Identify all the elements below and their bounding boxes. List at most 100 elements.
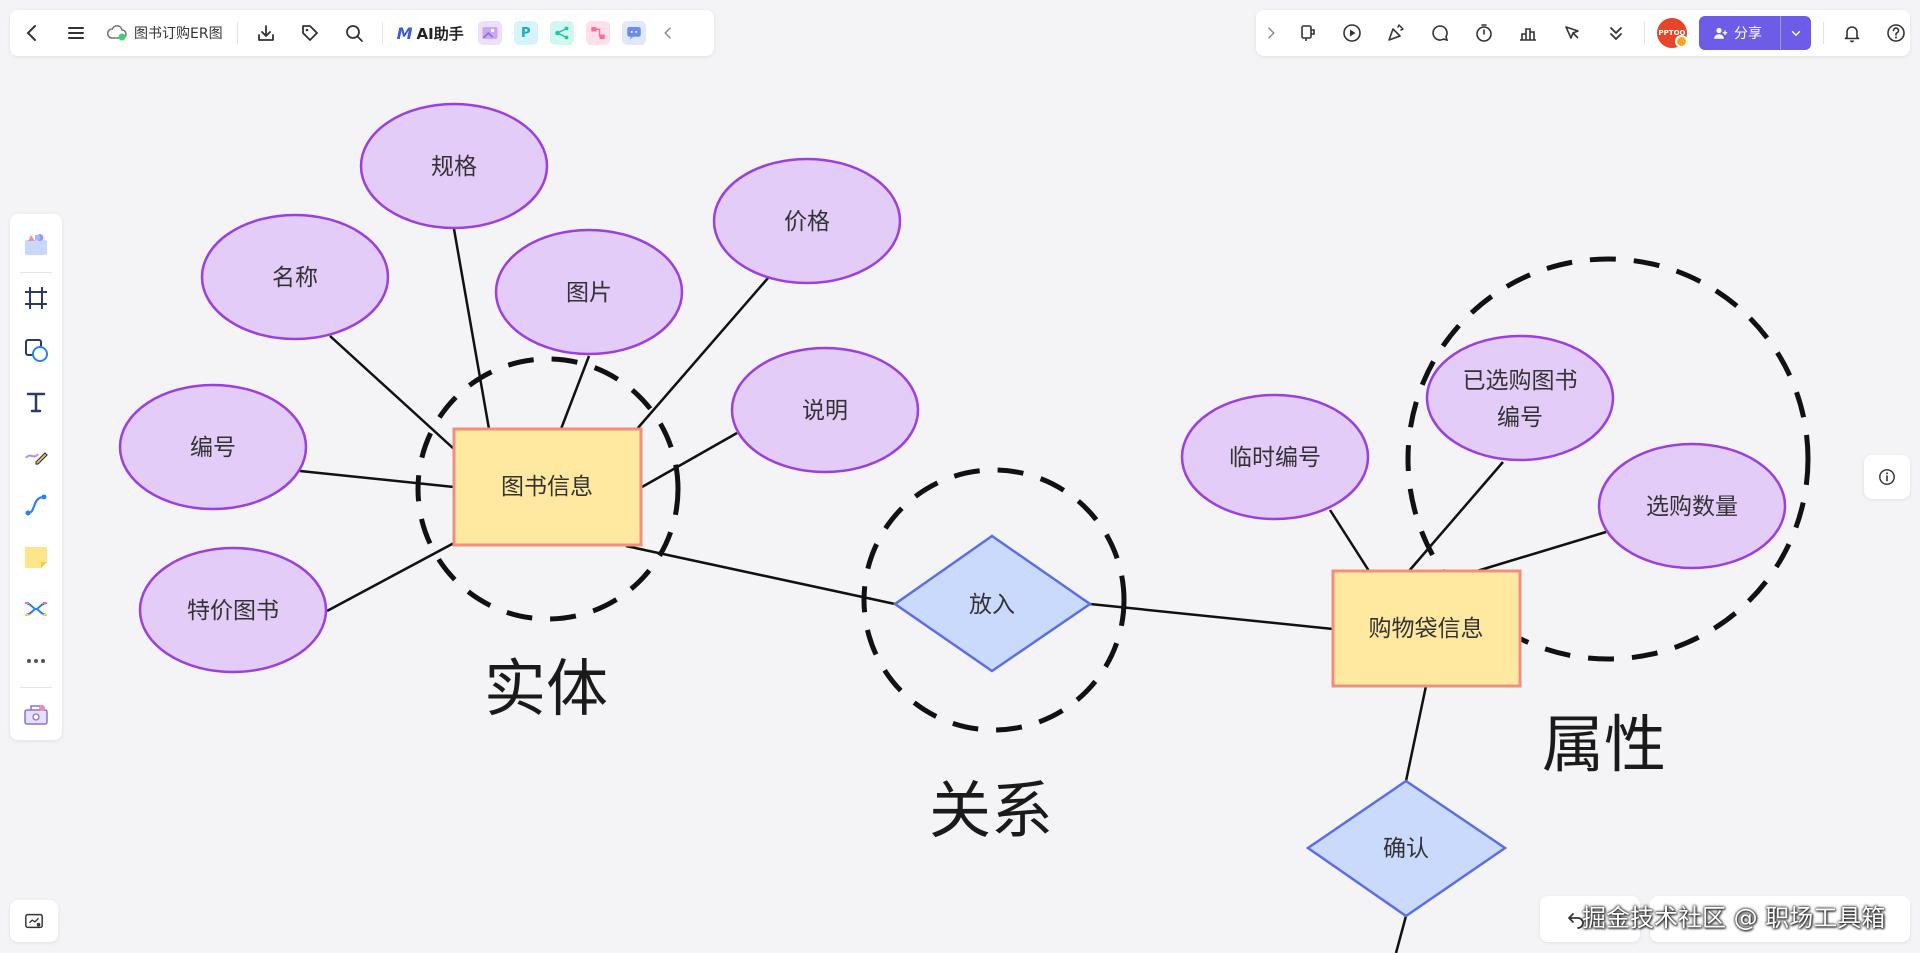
entity-cart[interactable]: 购物袋信息	[1331, 569, 1522, 688]
line-selected[interactable]	[1408, 461, 1504, 572]
shape-tool-button[interactable]	[16, 331, 56, 370]
attribute-special[interactable]: 特价图书	[138, 546, 328, 674]
chevron-right-icon	[1268, 27, 1275, 39]
label-attribute[interactable]: 属性	[1542, 708, 1666, 781]
format-painter-button[interactable]	[1290, 15, 1326, 51]
flow-app-icon	[590, 27, 605, 39]
attribute-spec[interactable]: 规格	[359, 102, 549, 230]
paint-bucket-icon	[1301, 25, 1315, 41]
menu-button[interactable]	[58, 15, 94, 51]
flow-app-button[interactable]	[585, 21, 610, 45]
download-icon	[257, 25, 274, 41]
line-picture[interactable]	[559, 355, 591, 430]
watermark: 掘金技术社区 @ 职场工具箱	[1582, 904, 1886, 932]
relation-confirm-text: 确认	[1383, 836, 1429, 862]
hamburger-icon	[68, 27, 84, 39]
divider	[20, 687, 52, 689]
attribute-temp-id-text: 临时编号	[1229, 445, 1321, 471]
relation-confirm[interactable]: 确认	[1305, 779, 1508, 918]
text-tool-button[interactable]	[16, 382, 56, 421]
attribute-desc[interactable]: 说明	[730, 346, 920, 474]
share-button-group: 分享	[1699, 16, 1811, 50]
tag-icon	[301, 25, 318, 41]
avatar-text: PPTOO	[1658, 29, 1686, 37]
relation-put[interactable]: 放入	[892, 534, 1093, 673]
label-relation[interactable]: 关系	[929, 774, 1053, 847]
timer-button[interactable]	[1466, 15, 1502, 51]
info-panel-button[interactable]	[1864, 455, 1910, 499]
line-quantity[interactable]	[1476, 530, 1607, 573]
ai-assistant-label: AI助手	[416, 24, 464, 43]
vote-button[interactable]	[1510, 15, 1546, 51]
share-label: 分享	[1734, 26, 1762, 42]
minimap-button[interactable]	[10, 900, 58, 942]
attribute-temp-id[interactable]: 临时编号	[1180, 393, 1370, 521]
attribute-picture-text: 图片	[566, 280, 612, 306]
entity-book[interactable]: 图书信息	[452, 427, 643, 547]
present-button[interactable]	[1334, 15, 1370, 51]
attribute-quantity[interactable]: 选购数量	[1597, 442, 1787, 570]
attribute-picture[interactable]: 图片	[494, 228, 684, 356]
attribute-quantity-text: 选购数量	[1646, 494, 1738, 520]
mindmap-tool-button[interactable]	[16, 590, 56, 629]
comment-icon	[1432, 25, 1449, 42]
more-tools-button[interactable]	[1598, 15, 1634, 51]
image-app-button[interactable]	[477, 21, 502, 45]
templates-button[interactable]	[16, 226, 56, 265]
timer-icon	[1476, 24, 1492, 42]
expand-toolbar-button[interactable]	[1260, 15, 1282, 51]
attribute-special-text: 特价图书	[187, 598, 279, 624]
search-button[interactable]	[336, 15, 372, 51]
attribute-price-text: 价格	[784, 209, 830, 235]
search-icon	[345, 25, 363, 42]
more-tools-left-button[interactable]	[16, 641, 56, 680]
line-cart-confirm[interactable]	[1404, 685, 1428, 782]
entity-cart-text: 购物袋信息	[1369, 616, 1484, 642]
document-title[interactable]: 图书订购ER图	[106, 22, 223, 44]
document-title-text: 图书订购ER图	[134, 26, 223, 42]
collapse-toolbar-button[interactable]	[656, 15, 680, 51]
mindmap-app-button[interactable]	[549, 21, 574, 45]
laser-pointer-button[interactable]	[1554, 15, 1590, 51]
plugins-button[interactable]	[16, 694, 56, 733]
divider	[20, 271, 52, 273]
p-app-button[interactable]: P	[513, 21, 538, 45]
back-button[interactable]	[14, 15, 50, 51]
user-avatar[interactable]: PPTOO	[1657, 18, 1688, 48]
line-name[interactable]	[329, 335, 455, 450]
share-dropdown-button[interactable]	[1780, 16, 1811, 50]
diagram-canvas[interactable]: 规格 名称 图片 价格 说明 编号 特价图书 临时编号 已选购图书 编号 选购数…	[0, 0, 1920, 953]
pen-tool-button[interactable]	[16, 434, 56, 473]
help-button[interactable]	[1878, 15, 1914, 51]
download-button[interactable]	[248, 15, 284, 51]
line-desc[interactable]	[641, 431, 738, 489]
line-id[interactable]	[299, 469, 455, 489]
share-button[interactable]: 分享	[1699, 16, 1780, 50]
celebrate-button[interactable]	[1378, 15, 1414, 51]
image-app-icon	[482, 27, 498, 39]
notifications-button[interactable]	[1834, 15, 1870, 51]
tag-button[interactable]	[292, 15, 328, 51]
attribute-name[interactable]: 名称	[200, 213, 390, 341]
line-spec[interactable]	[452, 228, 491, 430]
attribute-price[interactable]: 价格	[712, 157, 902, 285]
line-special[interactable]	[326, 541, 455, 613]
attribute-selected-book-id[interactable]: 已选购图书 编号	[1425, 334, 1615, 462]
line-confirm-down[interactable]	[1394, 915, 1408, 953]
connector-tool-button[interactable]	[16, 486, 56, 525]
sticky-note-button[interactable]	[16, 538, 56, 577]
comment-button[interactable]	[1422, 15, 1458, 51]
podium-icon	[1520, 28, 1536, 41]
info-icon	[1879, 469, 1895, 485]
label-entity[interactable]: 实体	[484, 652, 608, 725]
frame-tool-button[interactable]	[16, 279, 56, 318]
ai-assistant-button[interactable]: M AI助手	[397, 23, 464, 44]
line-put-cart[interactable]	[1089, 602, 1334, 631]
chat-app-button[interactable]	[621, 21, 646, 45]
line-book-put[interactable]	[625, 544, 896, 606]
line-tempid[interactable]	[1328, 509, 1371, 572]
attribute-id[interactable]: 编号	[118, 383, 308, 511]
attribute-name-text: 名称	[272, 265, 318, 291]
text-icon	[26, 392, 46, 413]
top-toolbar-right: PPTOO 分享	[1256, 10, 1910, 56]
